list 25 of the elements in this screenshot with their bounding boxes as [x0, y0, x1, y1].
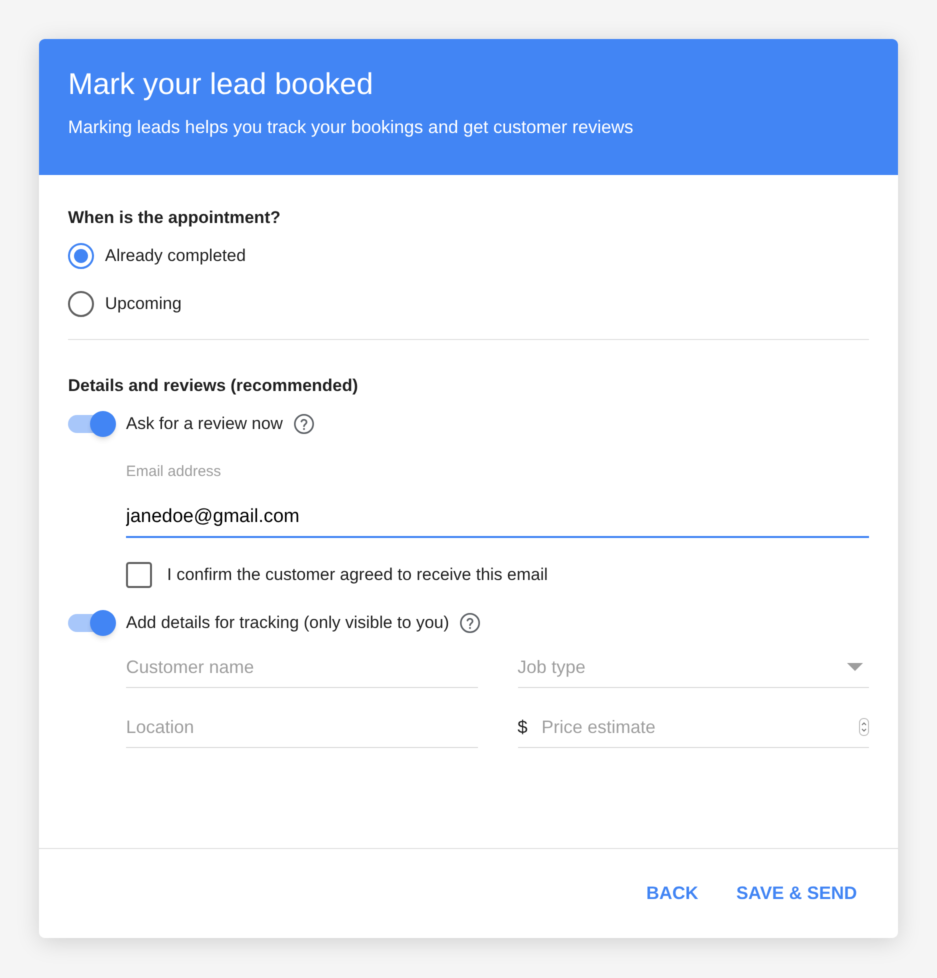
dropdown-caret-icon — [847, 663, 863, 671]
dialog-subtitle: Marking leads helps you track your bookings and get customer reviews — [68, 116, 634, 139]
price-field[interactable]: $ Price estimate — [518, 708, 869, 748]
radio-button[interactable] — [68, 243, 94, 269]
toggle-switch[interactable] — [68, 411, 116, 437]
text-field[interactable]: Location — [126, 708, 478, 748]
radio-button[interactable] — [68, 291, 94, 317]
checkbox-label: I confirm the customer agreed to receive this email — [167, 564, 548, 586]
help-icon[interactable] — [292, 413, 315, 435]
toggle-label: Ask for a review now — [126, 413, 283, 436]
section-heading: When is the appointment? — [68, 207, 282, 229]
toggle-label: Add details for tracking (only visible to you) — [126, 612, 450, 634]
text-field[interactable]: Customer name — [126, 648, 478, 688]
help-icon[interactable] — [459, 612, 482, 634]
radio-label: Already completed — [105, 245, 246, 268]
section-heading: Details and reviews (recommended) — [68, 375, 360, 397]
spinner-icon — [859, 718, 869, 736]
dialog-button[interactable]: SAVE & SEND — [726, 872, 867, 915]
checkbox[interactable] — [126, 562, 152, 588]
radio-label: Upcoming — [105, 293, 182, 316]
select-field[interactable]: Job type — [518, 648, 869, 688]
dialog-title: Mark your lead booked — [68, 67, 374, 103]
dialog-button[interactable]: BACK — [636, 872, 708, 915]
field-label: Email address — [126, 462, 222, 482]
toggle-switch[interactable] — [68, 610, 116, 636]
